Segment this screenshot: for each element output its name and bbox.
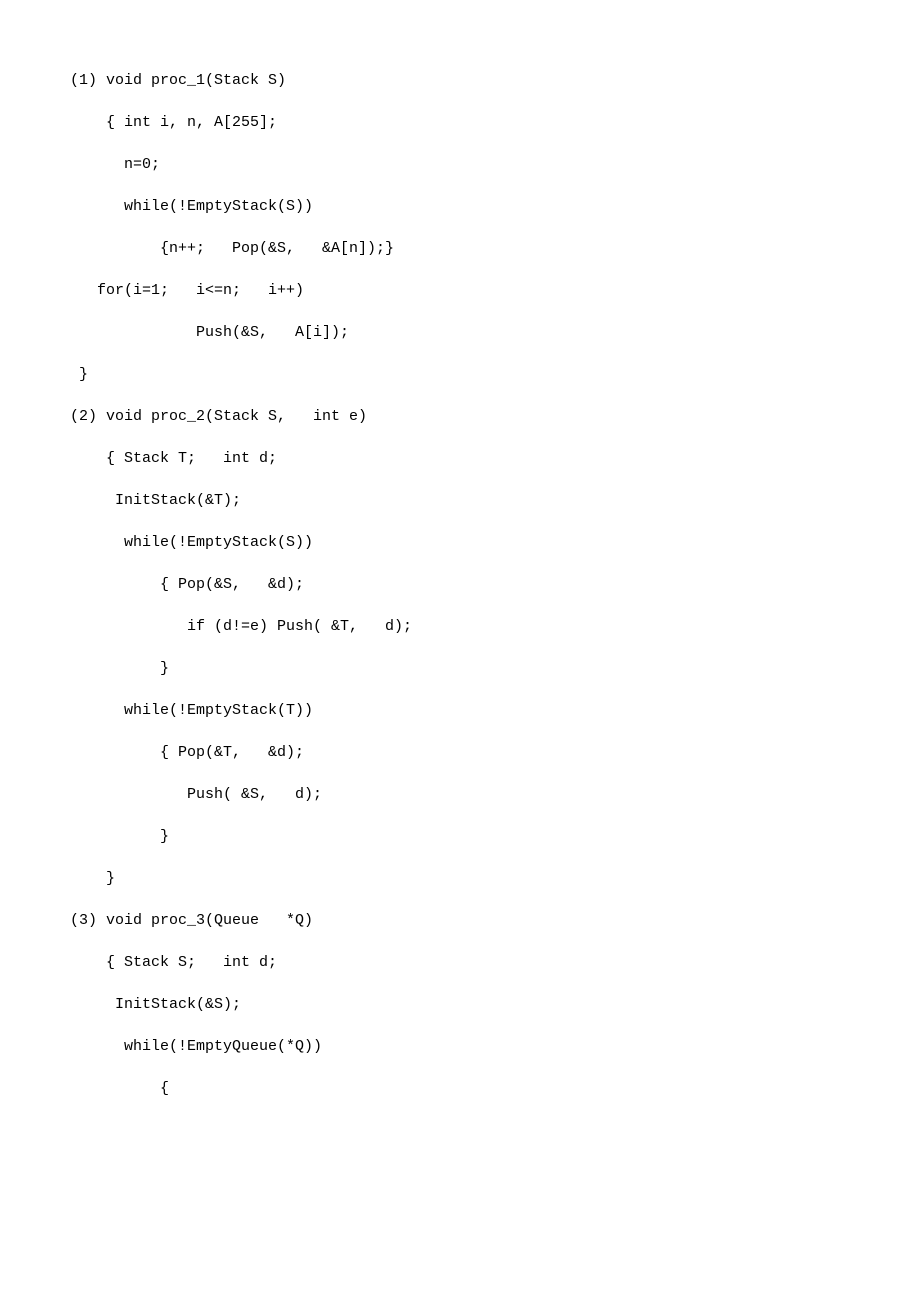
code-line: (2) void proc_2(Stack S, int e) <box>70 396 850 438</box>
code-line: { Stack T; int d; <box>70 438 850 480</box>
code-line: } <box>70 648 850 690</box>
code-line: n=0; <box>70 144 850 186</box>
code-line: if (d!=e) Push( &T, d); <box>70 606 850 648</box>
code-line: {n++; Pop(&S, &A[n]);} <box>70 228 850 270</box>
code-line: } <box>70 858 850 900</box>
code-line: { Pop(&S, &d); <box>70 564 850 606</box>
code-line: while(!EmptyStack(S)) <box>70 186 850 228</box>
code-line: (3) void proc_3(Queue *Q) <box>70 900 850 942</box>
code-line: Push(&S, A[i]); <box>70 312 850 354</box>
code-line: { Pop(&T, &d); <box>70 732 850 774</box>
code-line: } <box>70 816 850 858</box>
code-line: while(!EmptyStack(S)) <box>70 522 850 564</box>
code-line: (1) void proc_1(Stack S) <box>70 60 850 102</box>
code-line: { Stack S; int d; <box>70 942 850 984</box>
code-line: Push( &S, d); <box>70 774 850 816</box>
code-line: InitStack(&S); <box>70 984 850 1026</box>
code-line: { int i, n, A[255]; <box>70 102 850 144</box>
code-line: InitStack(&T); <box>70 480 850 522</box>
code-line: for(i=1; i<=n; i++) <box>70 270 850 312</box>
code-line: while(!EmptyQueue(*Q)) <box>70 1026 850 1068</box>
code-line: while(!EmptyStack(T)) <box>70 690 850 732</box>
code-line: { <box>70 1068 850 1110</box>
code-line: } <box>70 354 850 396</box>
